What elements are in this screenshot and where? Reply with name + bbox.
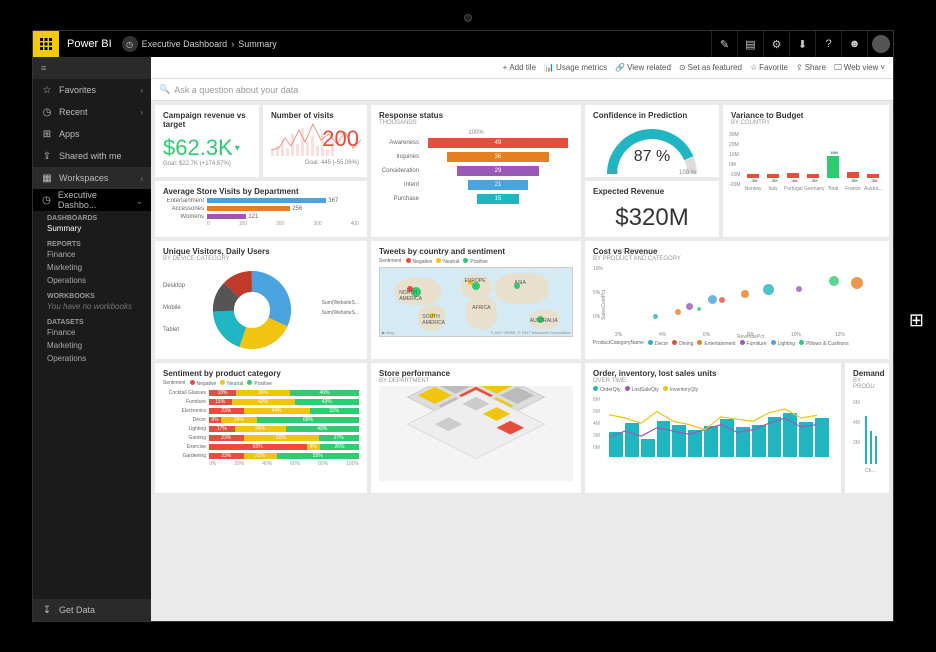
breadcrumb-workspace[interactable]: Executive Dashboard <box>142 39 228 49</box>
tile-tweets-map[interactable]: Tweets by country and sentimentSentiment… <box>371 241 581 359</box>
workspace-icon: ◷ <box>122 36 138 52</box>
breadcrumb: ◷ Executive Dashboard › Summary <box>122 36 277 52</box>
sidebar-item[interactable]: Marketing <box>47 261 143 274</box>
section-header: REPORTS <box>47 241 143 248</box>
workspaces-icon: ▦ <box>41 173 53 184</box>
section-workbooks: WORKBOOKS You have no workbooks <box>33 289 151 315</box>
cmd-label: Usage metrics <box>556 63 607 72</box>
cmd-label: Web view <box>844 63 879 72</box>
edit-icon[interactable]: ✎ <box>711 31 737 57</box>
tile-sentiment[interactable]: Sentiment by product categorySentimentNe… <box>155 363 367 493</box>
clock-icon: ◷ <box>41 107 53 118</box>
tile-order-inventory[interactable]: Order, inventory, lost sales unitsOVER T… <box>585 363 841 493</box>
help-icon[interactable]: ? <box>815 31 841 57</box>
nav-favorites[interactable]: ☆ Favorites › <box>33 79 151 101</box>
app-launcher-button[interactable] <box>33 31 59 57</box>
cmd-label: Favorite <box>759 63 788 72</box>
nav-apps[interactable]: ⊞ Apps <box>33 123 151 145</box>
breadcrumb-separator: › <box>231 39 234 49</box>
set-featured-button[interactable]: ⊙ Set as featured <box>679 63 742 73</box>
breadcrumb-page[interactable]: Summary <box>238 39 277 49</box>
tile-expected-revenue[interactable]: Expected Revenue$320M <box>585 181 719 237</box>
chevron-right-icon: › <box>140 86 143 95</box>
chat-icon[interactable]: ▤ <box>737 31 763 57</box>
chevron-right-icon: › <box>140 174 143 183</box>
app-window: Power BI ◷ Executive Dashboard › Summary… <box>32 30 894 622</box>
smile-feedback-icon[interactable]: ☻ <box>841 31 867 57</box>
qna-input[interactable]: 🔍 Ask a question about your data <box>151 79 893 101</box>
share-button[interactable]: ⇪ Share <box>796 63 826 73</box>
qna-placeholder: Ask a question about your data <box>174 85 298 95</box>
tile-store-performance[interactable]: Store performanceBY DEPARTMENT <box>371 363 581 493</box>
web-view-button[interactable]: 🖵 Web view ˅ <box>834 63 885 73</box>
download-icon: ↧ <box>41 605 53 616</box>
cmd-label: Share <box>805 63 826 72</box>
section-reports: REPORTS Finance Marketing Operations <box>33 237 151 289</box>
favorite-button[interactable]: ☆ Favorite <box>750 63 788 73</box>
sidebar-empty: You have no workbooks <box>47 300 143 313</box>
windows-logo-icon: ⊞ <box>909 310 924 331</box>
share-icon: ⇪ <box>41 151 53 162</box>
sidebar-item[interactable]: Finance <box>47 248 143 261</box>
hamburger-button[interactable]: ≡ <box>33 57 151 79</box>
cmd-label: Add tile <box>509 63 536 72</box>
nav-label: Workspaces <box>59 173 108 183</box>
cmd-label: View related <box>627 63 671 72</box>
tile-response-status[interactable]: Response statusTHOUSANDS100%Awareness49I… <box>371 105 581 237</box>
dashboard-canvas: Campaign revenue vs target$62.3K▾Goal: $… <box>151 101 893 621</box>
section-header: WORKBOOKS <box>47 293 143 300</box>
sidebar-item[interactable]: Marketing <box>47 339 143 352</box>
sidebar-item[interactable]: Operations <box>47 352 143 365</box>
tile-campaign-revenue[interactable]: Campaign revenue vs target$62.3K▾Goal: $… <box>155 105 259 177</box>
star-icon: ☆ <box>41 85 53 96</box>
nav-sidebar: ≡ ☆ Favorites › ◷ Recent › ⊞ Apps ⇪ Shared wit… <box>33 57 151 621</box>
sidebar-item[interactable]: Finance <box>47 326 143 339</box>
chevron-right-icon: › <box>140 108 143 117</box>
workspace-avatar-icon: ◷ <box>41 195 52 206</box>
usage-metrics-button[interactable]: 📊 Usage metrics <box>544 63 607 73</box>
nav-current-workspace[interactable]: ◷ Executive Dashbo... ⌃ <box>33 189 151 211</box>
get-data-label: Get Data <box>59 605 95 615</box>
tile-demand[interactable]: DemandBY PRODU6M4M2MCh... <box>845 363 889 493</box>
nav-label: Recent <box>59 107 88 117</box>
settings-gear-icon[interactable]: ⚙ <box>763 31 789 57</box>
app-name: Power BI <box>67 38 112 50</box>
nav-recent[interactable]: ◷ Recent › <box>33 101 151 123</box>
nav-label: Shared with me <box>59 151 122 161</box>
section-datasets: DATASETS Finance Marketing Operations <box>33 315 151 367</box>
nav-label: Favorites <box>59 85 96 95</box>
tile-avg-store[interactable]: Average Store Visits by DepartmentEntert… <box>155 181 367 237</box>
title-actions: ✎ ▤ ⚙ ⬇ ? ☻ <box>711 31 893 57</box>
nav-workspaces[interactable]: ▦ Workspaces › <box>33 167 151 189</box>
view-related-button[interactable]: 🔗 View related <box>615 63 671 73</box>
nav-label: Executive Dashbo... <box>58 190 130 210</box>
nav-label: Apps <box>59 129 80 139</box>
sidebar-item[interactable]: Operations <box>47 274 143 287</box>
section-dashboards: DASHBOARDS Summary <box>33 211 151 237</box>
command-bar: + Add tile 📊 Usage metrics 🔗 View relate… <box>151 57 893 79</box>
device-camera <box>464 14 472 22</box>
chevron-up-icon: ⌃ <box>136 196 143 205</box>
add-tile-button[interactable]: + Add tile <box>503 63 536 73</box>
download-icon[interactable]: ⬇ <box>789 31 815 57</box>
search-icon: 🔍 <box>159 84 170 95</box>
section-header: DASHBOARDS <box>47 215 143 222</box>
tile-cost-revenue[interactable]: Cost vs RevenueBY PRODUCT AND CATEGORY10… <box>585 241 889 359</box>
get-data-button[interactable]: ↧ Get Data <box>33 599 151 621</box>
title-bar: Power BI ◷ Executive Dashboard › Summary… <box>33 31 893 57</box>
main-content: + Add tile 📊 Usage metrics 🔗 View relate… <box>151 57 893 621</box>
tile-number-visits[interactable]: Number of visits200Goal: 445 (-55.06%) <box>263 105 367 177</box>
cmd-label: Set as featured <box>688 63 742 72</box>
tile-confidence[interactable]: Confidence in Prediction87 %0 %100 % <box>585 105 719 177</box>
user-avatar[interactable] <box>867 31 893 57</box>
nav-shared[interactable]: ⇪ Shared with me <box>33 145 151 167</box>
tile-variance[interactable]: Variance to BudgetBY COUNTRY30M20M10M0M-… <box>723 105 889 237</box>
tile-unique-visitors[interactable]: Unique Visitors, Daily UsersBY DEVICE CA… <box>155 241 367 359</box>
section-header: DATASETS <box>47 319 143 326</box>
sidebar-item-summary[interactable]: Summary <box>47 222 143 235</box>
apps-icon: ⊞ <box>41 129 53 140</box>
